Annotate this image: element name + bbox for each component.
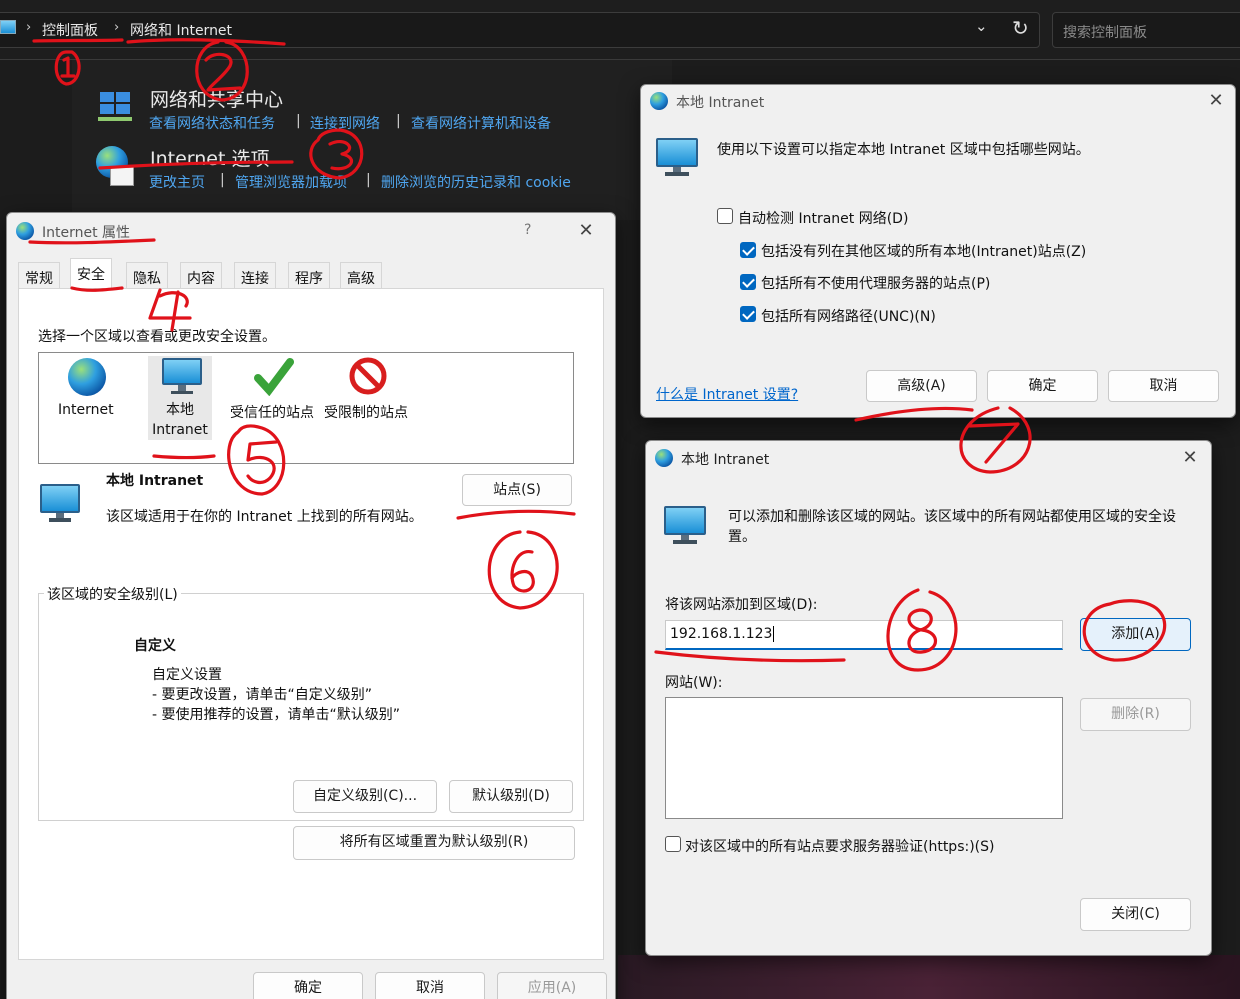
annotation-circle-add [1082, 599, 1167, 662]
annotation-circle-3 [309, 128, 364, 180]
annotation-circle-7 [959, 406, 1032, 474]
annotation-underline [152, 454, 216, 460]
annotation-number-4 [148, 288, 192, 332]
annotation-circle-5 [227, 424, 286, 496]
annotation-overlay [28, 38, 1167, 672]
annotation-underline [456, 509, 576, 520]
annotation-circle-6 [487, 530, 559, 610]
annotation-underline [126, 38, 286, 46]
annotation-circle-1 [54, 50, 81, 86]
annotation-circle-2 [195, 40, 249, 102]
annotation-underline [854, 406, 974, 422]
annotation-underline [654, 650, 846, 663]
annotation-underline [70, 286, 124, 292]
annotation-underline [32, 38, 124, 43]
annotation-underline [28, 238, 156, 245]
annotation-circle-8 [886, 588, 958, 672]
annotation-underline [98, 160, 294, 170]
